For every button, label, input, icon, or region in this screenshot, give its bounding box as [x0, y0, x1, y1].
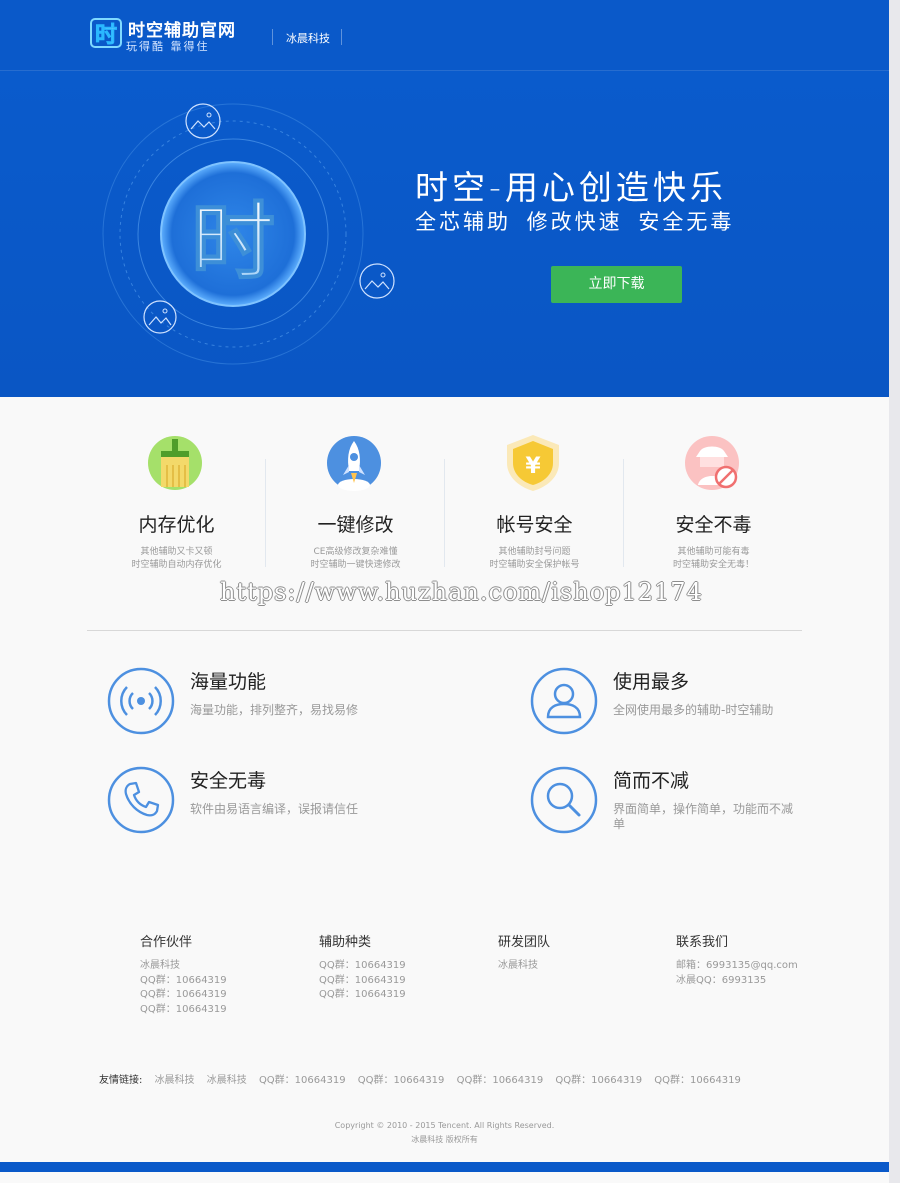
friend-link[interactable]: QQ群：10664319 — [457, 1075, 544, 1086]
scrollbar[interactable] — [889, 0, 900, 1183]
footer-link[interactable]: QQ群：10664319 — [319, 974, 489, 989]
footer-heading: 辅助种类 — [319, 935, 372, 950]
user-icon — [530, 667, 598, 735]
hero-title: 时空-用心创造快乐 — [415, 168, 727, 207]
site-header: 时 时空辅助官网 玩得酷 靠得住 冰晨科技 — [0, 0, 889, 71]
hero-emblem-graphic: 时 — [102, 103, 395, 365]
image-icon — [185, 103, 221, 139]
nav-link-company[interactable]: 冰晨科技 — [286, 30, 330, 46]
footer-link[interactable]: QQ群：10664319 — [140, 988, 310, 1003]
signal-icon — [107, 667, 175, 735]
point-desc: 全网使用最多的辅助-时空辅助 — [613, 703, 774, 717]
download-button[interactable]: 立即下载 — [551, 266, 682, 303]
point-desc: 界面简单，操作简单，功能而不减单 — [613, 802, 794, 831]
svg-text:时: 时 — [191, 193, 275, 291]
footer-link[interactable]: QQ群：10664319 — [140, 974, 310, 989]
footer-heading: 研发团队 — [498, 935, 551, 950]
brand-slogan: 玩得酷 靠得住 — [126, 40, 210, 53]
point-desc: 软件由易语言编译，误报请信任 — [190, 802, 359, 816]
footer-link[interactable]: QQ群：10664319 — [319, 988, 489, 1003]
feature-desc: CE高级修改复杂难懂 时空辅助一键快速修改 — [310, 547, 401, 570]
footer-link[interactable]: 冰晨科技 — [498, 959, 668, 974]
logo-icon[interactable]: 时 — [90, 17, 128, 49]
watermark-url: https://www.huzhan.com/ishop12174 — [220, 578, 703, 606]
svg-text:时: 时 — [95, 23, 117, 48]
friend-link[interactable]: QQ群：10664319 — [259, 1075, 346, 1086]
footer-heading: 合作伙伴 — [140, 935, 193, 950]
friend-link[interactable]: QQ群：10664319 — [358, 1075, 445, 1086]
image-icon — [143, 300, 177, 334]
section-divider — [87, 630, 802, 631]
point-desc: 海量功能，排列整齐，易找易修 — [190, 703, 359, 717]
feature-title: 帐号安全 — [496, 514, 573, 536]
rocket-icon — [327, 436, 381, 491]
broom-icon — [148, 436, 202, 490]
selling-point: 使用最多 全网使用最多的辅助-时空辅助 — [530, 667, 860, 747]
point-title: 简而不减 — [613, 770, 690, 792]
nav-divider — [341, 29, 342, 45]
point-title: 海量功能 — [190, 671, 267, 693]
feature-desc: 其他辅助又卡又顿 时空辅助自动内存优化 — [131, 547, 222, 570]
page: 时 时空辅助官网 玩得酷 靠得住 冰晨科技 时 时空-用心创造快乐 全芯辅助 修… — [0, 0, 889, 1183]
feature-title: 内存优化 — [138, 514, 215, 536]
selling-point: 海量功能 海量功能，排列整齐，易找易修 — [107, 667, 437, 747]
feature-title: 一键修改 — [317, 514, 394, 536]
image-icon — [359, 263, 395, 299]
feature-title: 安全不毒 — [675, 514, 752, 536]
footer-link[interactable]: QQ群：10664319 — [319, 959, 489, 974]
point-title: 安全无毒 — [190, 770, 267, 792]
search-icon — [530, 766, 598, 834]
feature-desc: 其他辅助可能有毒 时空辅助安全无毒！ — [672, 547, 754, 570]
footer-link[interactable]: QQ群：10664319 — [140, 1003, 310, 1018]
footer-column-types: 辅助种类 QQ群：10664319 QQ群：10664319 QQ群：10664… — [319, 931, 489, 1003]
friend-link[interactable]: QQ群：10664319 — [654, 1075, 741, 1086]
footer-email[interactable]: 邮箱：6993135@qq.com — [676, 959, 846, 974]
footer-bar — [0, 1162, 889, 1172]
svg-text:¥: ¥ — [525, 454, 541, 479]
selling-point: 安全无毒 软件由易语言编译，误报请信任 — [107, 766, 437, 846]
friend-links-label: 友情链接: — [99, 1075, 143, 1086]
nav-divider — [272, 29, 273, 45]
virus-block-icon — [685, 436, 739, 490]
footer-column-partners: 合作伙伴 冰晨科技 QQ群：10664319 QQ群：10664319 QQ群：… — [140, 931, 310, 1017]
footer-column-contact: 联系我们 邮箱：6993135@qq.com 冰晨QQ：6993135 — [676, 931, 846, 988]
friend-link[interactable]: 冰晨科技 — [155, 1075, 195, 1086]
selling-point: 简而不减 界面简单，操作简单，功能而不减单 — [530, 766, 860, 846]
feature-desc: 其他辅助封号问题 时空辅助安全保护帐号 — [489, 547, 580, 570]
friend-link[interactable]: 冰晨科技 — [207, 1075, 247, 1086]
copyright: Copyright © 2010 - 2015 Tencent. All Rig… — [0, 1119, 889, 1147]
hero-banner: 时 时空-用心创造快乐 全芯辅助 修改快速 安全无毒 立即下载 — [0, 71, 889, 397]
shield-yen-icon: ¥ — [507, 435, 559, 491]
owner-text: 冰晨科技 版权所有 — [411, 1135, 478, 1144]
footer-link[interactable]: 冰晨科技 — [140, 959, 310, 974]
friend-links: 友情链接: 冰晨科技 冰晨科技 QQ群：10664319 QQ群：1066431… — [99, 1071, 741, 1086]
footer-column-team: 研发团队 冰晨科技 — [498, 931, 668, 974]
phone-icon — [107, 766, 175, 834]
friend-link[interactable]: QQ群：10664319 — [555, 1075, 642, 1086]
copyright-text: Copyright © 2010 - 2015 Tencent. All Rig… — [334, 1121, 555, 1130]
point-title: 使用最多 — [613, 671, 690, 693]
hero-subtitle: 全芯辅助 修改快速 安全无毒 — [415, 210, 735, 234]
footer-heading: 联系我们 — [676, 935, 729, 950]
footer-qq[interactable]: 冰晨QQ：6993135 — [676, 974, 846, 989]
